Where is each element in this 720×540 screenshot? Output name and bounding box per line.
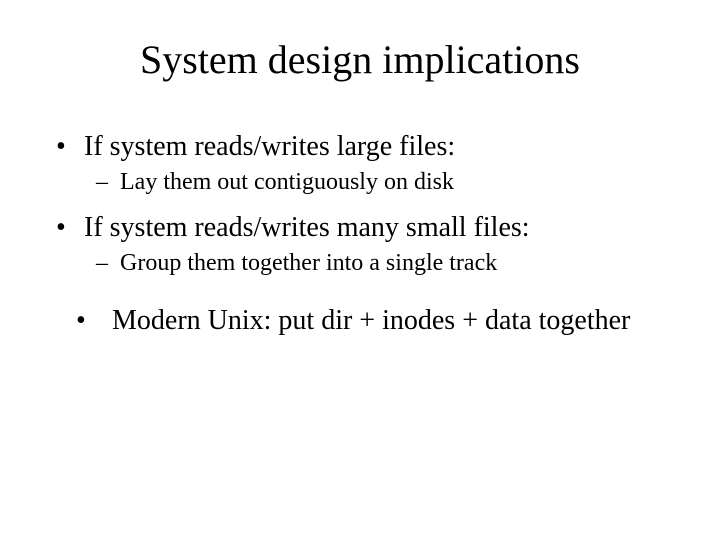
bullet-marker-icon: • bbox=[76, 305, 112, 337]
bullet-item: • If system reads/writes many small file… bbox=[56, 212, 672, 244]
bullet-text: If system reads/writes large files: bbox=[84, 131, 672, 163]
dash-marker-icon: – bbox=[96, 250, 120, 277]
bullet-text: If system reads/writes many small files: bbox=[84, 212, 672, 244]
dash-marker-icon: – bbox=[96, 169, 120, 196]
bullet-item: • If system reads/writes large files: bbox=[56, 131, 672, 163]
bullet-marker-icon: • bbox=[56, 212, 84, 244]
sub-bullet-item: – Lay them out contiguously on disk bbox=[96, 169, 672, 196]
bullet-text: Modern Unix: put dir + inodes + data tog… bbox=[112, 305, 672, 337]
bullet-item: • Modern Unix: put dir + inodes + data t… bbox=[76, 305, 672, 337]
slide-title: System design implications bbox=[48, 36, 672, 83]
bullet-marker-icon: • bbox=[56, 131, 84, 163]
bullet-text: Group them together into a single track bbox=[120, 250, 672, 277]
bullet-text: Lay them out contiguously on disk bbox=[120, 169, 672, 196]
sub-bullet-item: – Group them together into a single trac… bbox=[96, 250, 672, 277]
